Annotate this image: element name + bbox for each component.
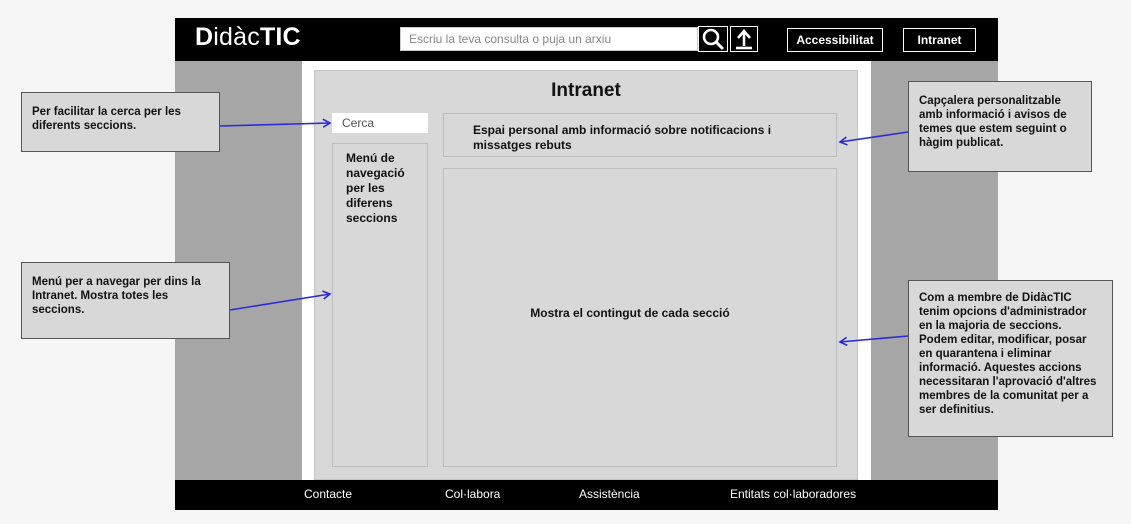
navigation-menu-label: Menú de navegació per les diferens secci… xyxy=(346,151,405,225)
section-content-text: Mostra el contingut de cada secció xyxy=(530,306,730,320)
search-button[interactable] xyxy=(698,26,728,52)
section-search-input[interactable]: Cerca xyxy=(332,113,428,133)
annotation-header: Capçalera personalitzable amb informació… xyxy=(908,81,1092,172)
site-logo[interactable]: DidàcTIC xyxy=(195,23,301,52)
footer-link-assistencia[interactable]: Assistència xyxy=(579,487,640,501)
footer-link-contacte[interactable]: Contacte xyxy=(304,487,352,501)
upload-button[interactable] xyxy=(730,26,758,52)
annotation-menu: Menú per a navegar per dins la Intranet.… xyxy=(21,262,230,339)
footer-link-entitats[interactable]: Entitats col·laboradores xyxy=(730,487,856,501)
page-title: Intranet xyxy=(551,80,621,101)
accessibility-button[interactable]: Accessibilitat xyxy=(787,28,883,52)
upload-icon xyxy=(736,29,752,50)
footer-link-collabora[interactable]: Col·labora xyxy=(445,487,500,501)
annotation-search: Per facilitar la cerca per les diferents… xyxy=(21,92,220,152)
personal-header-text: Espai personal amb informació sobre noti… xyxy=(473,123,772,152)
intranet-button[interactable]: Intranet xyxy=(903,28,976,52)
annotation-admin: Com a membre de DidàcTIC tenim opcions d… xyxy=(908,280,1113,437)
search-icon xyxy=(702,28,724,50)
search-input[interactable]: Escriu la teva consulta o puja un arxiu xyxy=(400,27,698,51)
